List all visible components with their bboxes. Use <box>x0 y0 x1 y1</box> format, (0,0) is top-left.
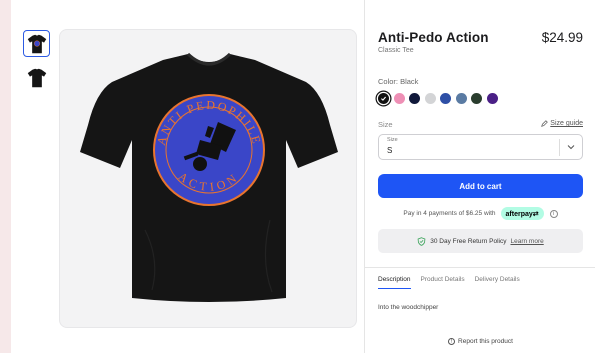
pencil-icon <box>541 120 549 127</box>
afterpay-text: Pay in 4 payments of $6.25 with <box>403 210 496 217</box>
description-text: Into the woodchipper <box>378 304 439 311</box>
product-price: $24.99 <box>541 30 583 45</box>
column-divider <box>364 0 365 353</box>
color-swatch-slate-blue[interactable] <box>455 93 467 104</box>
shield-check-icon <box>417 236 426 246</box>
product-subtitle: Classic Tee <box>378 47 414 54</box>
return-policy-banner: 30 Day Free Return Policy Learn more <box>378 229 583 253</box>
return-policy-text: 30 Day Free Return Policy <box>430 237 507 245</box>
afterpay-badge[interactable]: afterpay⇄ <box>500 207 544 220</box>
chevron-down-icon <box>567 145 575 150</box>
size-select[interactable]: Size S <box>378 134 583 160</box>
afterpay-info: Pay in 4 payments of $6.25 with afterpay… <box>378 207 583 220</box>
color-swatches <box>378 93 498 104</box>
report-icon: ! <box>448 338 456 345</box>
emblem-graphic: ANTI PEDOPHILE ACTION <box>153 94 265 206</box>
main-product-image[interactable]: ANTI PEDOPHILE ACTION <box>59 29 357 328</box>
size-select-value: S <box>387 146 393 155</box>
color-swatch-navy[interactable] <box>409 93 420 104</box>
color-swatch-light-gray[interactable] <box>424 93 436 104</box>
thumbnail-front[interactable] <box>23 30 50 57</box>
color-swatch-royal-blue[interactable] <box>440 93 451 104</box>
tabs-divider <box>365 267 595 268</box>
tshirt-front-thumb-icon <box>27 34 46 53</box>
color-swatch-purple[interactable] <box>486 93 498 104</box>
add-to-cart-button[interactable]: Add to cart <box>378 174 583 198</box>
size-label: Size <box>378 120 393 129</box>
color-swatch-pink[interactable] <box>393 93 405 104</box>
learn-more-link[interactable]: Learn more <box>510 238 543 245</box>
product-title: Anti-Pedo Action <box>378 30 489 45</box>
thumbnail-list <box>23 30 51 98</box>
size-guide-link[interactable]: Size guide <box>541 120 583 127</box>
select-separator <box>559 139 560 156</box>
check-icon <box>381 96 387 101</box>
tab-delivery-details[interactable]: Delivery Details <box>475 276 520 289</box>
tshirt-image: ANTI PEDOPHILE ACTION <box>80 52 338 302</box>
info-tabs: Description Product Details Delivery Detai… <box>378 276 520 289</box>
size-guide-label: Size guide <box>550 120 583 127</box>
color-swatch-forest-green[interactable] <box>471 93 482 104</box>
report-label: Report this product <box>458 338 513 345</box>
color-swatch-black[interactable] <box>378 93 389 104</box>
size-select-label: Size <box>387 137 398 143</box>
info-icon[interactable]: i <box>549 209 558 218</box>
color-label: Color: Black <box>378 77 419 86</box>
tab-product-details[interactable]: Product Details <box>421 276 465 289</box>
thumbnail-back[interactable] <box>23 64 50 91</box>
tab-description[interactable]: Description <box>378 276 411 289</box>
product-details-panel: Anti-Pedo Action $24.99 Classic Tee Colo… <box>378 0 583 353</box>
tshirt-back-thumb-icon <box>27 68 46 87</box>
report-product-link[interactable]: ! Report this product <box>378 338 583 345</box>
